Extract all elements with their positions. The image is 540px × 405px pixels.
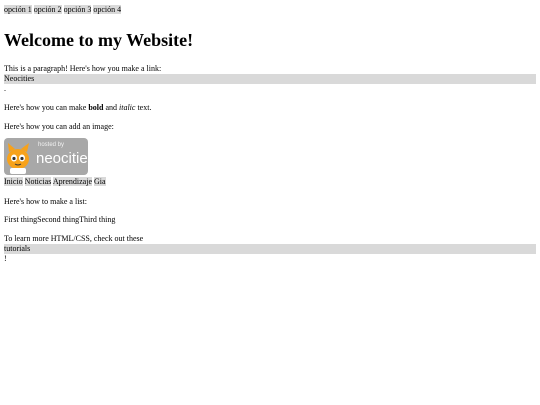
nav-item-noticias[interactable]: Noticias bbox=[24, 177, 52, 186]
learn-more-text: To learn more HTML/CSS, check out these bbox=[4, 234, 144, 243]
neocities-link[interactable]: Neocities bbox=[4, 74, 536, 84]
top-nav-item-3[interactable]: opción 3 bbox=[63, 5, 92, 14]
top-nav: opción 1 opción 2 opción 3 opción 4 bbox=[4, 4, 536, 15]
logo-neocities: neocities bbox=[36, 150, 88, 167]
tutorials-link[interactable]: tutorials bbox=[4, 244, 536, 254]
top-nav-item-1[interactable]: opción 1 bbox=[4, 5, 32, 14]
list-item: Third thing bbox=[79, 215, 116, 224]
nav-item-aprendizaje[interactable]: Aprendizaje bbox=[52, 177, 92, 186]
cat-mascot-icon bbox=[7, 143, 29, 174]
list-item: First thing bbox=[4, 215, 38, 224]
page-title: Welcome to my Website! bbox=[4, 30, 194, 50]
list-intro: Here's how to make a list: bbox=[4, 197, 87, 206]
intro-paragraph: This is a paragraph! Here's how you make… bbox=[4, 64, 162, 73]
page: opción 1 opción 2 opción 3 opción 4 Welc… bbox=[4, 4, 536, 264]
neocities-logo-image: hosted by neocities bbox=[4, 138, 88, 175]
nav-item-gia[interactable]: Gia bbox=[94, 177, 106, 186]
logo-hosted-by: hosted by bbox=[38, 142, 65, 148]
exclaim-text: ! bbox=[4, 254, 7, 263]
italic-text: italic bbox=[119, 103, 136, 112]
top-nav-item-4[interactable]: opción 4 bbox=[93, 5, 122, 14]
formatting-paragraph: Here's how you can make bold and italic … bbox=[4, 103, 152, 112]
list-item: Second thing bbox=[37, 215, 80, 224]
period-text: . bbox=[4, 84, 6, 93]
list: First thingSecond thingThird thing bbox=[4, 215, 536, 225]
bold-text: bold bbox=[88, 103, 104, 112]
top-nav-item-2[interactable]: opción 2 bbox=[33, 5, 62, 14]
image-paragraph: Here's how you can add an image: bbox=[4, 122, 114, 131]
nav-item-inicio[interactable]: Inicio bbox=[4, 177, 23, 186]
secondary-nav: Inicio Noticias Aprendizaje Gia bbox=[4, 176, 536, 187]
